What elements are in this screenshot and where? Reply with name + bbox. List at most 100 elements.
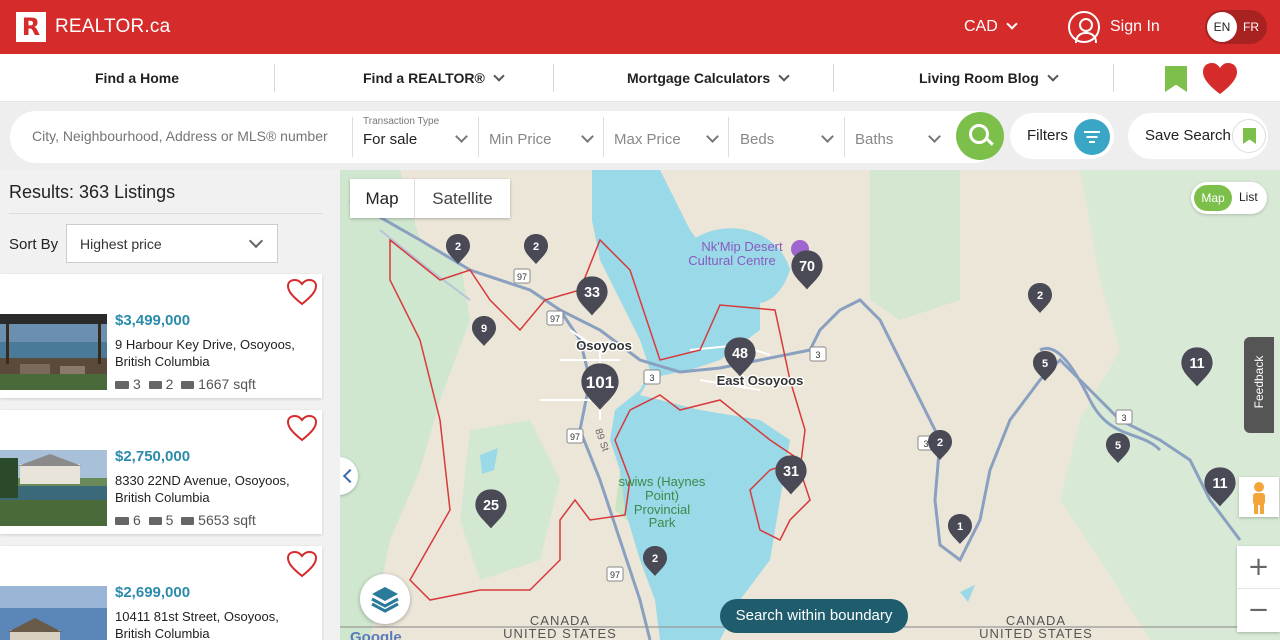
- listing-cluster-pin[interactable]: 9: [472, 316, 496, 346]
- listing-cluster-pin[interactable]: 2: [446, 234, 470, 264]
- listing-cluster-pin[interactable]: 2: [928, 430, 952, 460]
- listing-photo[interactable]: [0, 586, 107, 640]
- listing-cluster-pin[interactable]: 2: [643, 546, 667, 576]
- transaction-type-select[interactable]: For sale: [363, 131, 417, 148]
- sign-in-link[interactable]: Sign In: [1110, 18, 1160, 36]
- sort-value: Highest price: [80, 236, 162, 252]
- chevron-down-icon: [455, 130, 468, 143]
- zoom-in-button[interactable]: +: [1237, 546, 1280, 589]
- listing-cluster-pin[interactable]: 11: [1204, 467, 1236, 507]
- listing-cluster-pin[interactable]: 33: [576, 276, 608, 316]
- listing-cluster-pin[interactable]: 101: [581, 363, 619, 410]
- pin-count: 11: [1212, 476, 1227, 492]
- street-label-89st: 89 St: [592, 427, 610, 453]
- pin-count: 2: [533, 241, 539, 253]
- sort-select[interactable]: Highest price: [66, 224, 278, 263]
- view-map-button[interactable]: Map: [1194, 185, 1232, 211]
- pin-count: 101: [586, 373, 614, 392]
- main-nav: Find a Home Find a REALTOR® Mortgage Cal…: [0, 54, 1280, 102]
- listing-price: $2,750,000: [115, 448, 191, 465]
- zoom-controls: + −: [1237, 546, 1280, 632]
- max-price-select[interactable]: Max Price: [614, 131, 681, 148]
- listing-card[interactable]: $2,750,000 8330 22ND Avenue, Osoyoos, Br…: [0, 410, 322, 534]
- route-shield: 97: [566, 428, 584, 444]
- beds-select[interactable]: Beds: [740, 131, 774, 148]
- chevron-down-icon: [1047, 70, 1059, 82]
- nav-find-realtor[interactable]: Find a REALTOR®: [363, 70, 505, 86]
- baths-select[interactable]: Baths: [855, 131, 893, 148]
- listing-photo[interactable]: [0, 450, 107, 526]
- view-list-button[interactable]: List: [1239, 190, 1258, 204]
- listing-card[interactable]: $3,499,000 9 Harbour Key Drive, Osoyoos,…: [0, 274, 322, 398]
- top-bar: R REALTOR.ca CAD Sign In EN FR: [0, 0, 1280, 54]
- results-count: 363 Listings: [79, 182, 176, 202]
- currency-selector[interactable]: CAD: [964, 18, 1018, 36]
- chevron-down-icon: [706, 130, 719, 143]
- listing-cluster-pin[interactable]: 2: [524, 234, 548, 264]
- min-price-select[interactable]: Min Price: [489, 131, 552, 148]
- listing-cluster-pin[interactable]: 31: [775, 455, 807, 495]
- nav-blog-label: Living Room Blog: [919, 70, 1039, 86]
- realtor-logo-icon[interactable]: R: [16, 12, 46, 42]
- beds-count: 3: [133, 376, 141, 392]
- bookmark-icon: [1232, 119, 1266, 153]
- listing-photo[interactable]: [0, 314, 107, 390]
- favourite-heart-icon[interactable]: [286, 278, 318, 306]
- lang-en-option[interactable]: EN: [1207, 12, 1237, 42]
- language-toggle[interactable]: EN FR: [1205, 10, 1267, 44]
- poi-label-nkmip-line2: Cultural Centre: [688, 253, 775, 268]
- search-divider: [844, 117, 845, 157]
- nav-living-room-blog[interactable]: Living Room Blog: [919, 70, 1059, 86]
- listing-cluster-pin[interactable]: 5: [1106, 433, 1130, 463]
- chevron-down-icon: [248, 233, 264, 249]
- street-view-pegman-icon[interactable]: [1239, 477, 1279, 517]
- map-type-map-button[interactable]: Map: [350, 179, 415, 218]
- listing-cluster-pin[interactable]: 11: [1181, 347, 1213, 387]
- zoom-out-button[interactable]: −: [1237, 589, 1280, 632]
- map-view[interactable]: 97 97 3 97 3 3 3 97 Osoyoos East Osoyoos…: [340, 170, 1280, 640]
- favourites-heart-icon[interactable]: [1202, 62, 1238, 96]
- listing-cluster-pin[interactable]: 5: [1033, 351, 1057, 381]
- nav-find-home[interactable]: Find a Home: [95, 70, 179, 86]
- route-number: 97: [610, 570, 620, 580]
- pin-count: 9: [481, 323, 487, 335]
- lang-fr-option[interactable]: FR: [1243, 20, 1259, 34]
- listing-cluster-pin[interactable]: 1: [948, 514, 972, 544]
- filter-icon: [1074, 119, 1110, 155]
- chevron-down-icon: [1006, 18, 1018, 30]
- search-button[interactable]: [956, 112, 1004, 160]
- sort-by-label: Sort By: [9, 236, 59, 253]
- pin-count: 5: [1042, 358, 1048, 370]
- bath-icon: [148, 517, 162, 526]
- chevron-down-icon: [821, 130, 834, 143]
- park-label-line4: Park: [649, 515, 676, 530]
- route-shield: 97: [513, 268, 531, 284]
- user-icon[interactable]: [1068, 11, 1100, 43]
- listing-card[interactable]: $2,699,000 10411 81st Street, Osoyoos, B…: [0, 546, 322, 640]
- location-search-input[interactable]: [32, 128, 352, 144]
- favourite-heart-icon[interactable]: [286, 550, 318, 578]
- pin-count: 2: [937, 437, 943, 449]
- listing-cluster-pin[interactable]: 70: [791, 250, 823, 290]
- map-type-satellite-button[interactable]: Satellite: [415, 179, 510, 218]
- nav-find-realtor-label: Find a REALTOR®: [363, 70, 485, 86]
- logo-text[interactable]: REALTOR.ca: [55, 16, 170, 38]
- search-within-boundary-button[interactable]: Search within boundary: [720, 599, 908, 633]
- area-icon: [181, 381, 195, 390]
- favourite-heart-icon[interactable]: [286, 414, 318, 442]
- nav-mortgage-calculators[interactable]: Mortgage Calculators: [627, 70, 790, 86]
- chevron-down-icon: [928, 130, 941, 143]
- park-label-line2: Point): [645, 488, 679, 503]
- sqft-value: 5653 sqft: [198, 512, 256, 528]
- listing-cluster-pin[interactable]: 25: [475, 489, 507, 529]
- bath-icon: [148, 381, 162, 390]
- feedback-label: Feedback: [1252, 355, 1266, 409]
- filters-button[interactable]: Filters: [1010, 113, 1114, 159]
- layers-button[interactable]: [360, 574, 410, 624]
- listing-address: 9 Harbour Key Drive, Osoyoos, British Co…: [115, 337, 295, 369]
- currency-label: CAD: [964, 18, 998, 35]
- listing-cluster-pin[interactable]: 48: [724, 337, 756, 377]
- listing-cluster-pin[interactable]: 2: [1028, 283, 1052, 313]
- feedback-tab[interactable]: Feedback: [1244, 337, 1274, 433]
- save-search-button[interactable]: Save Search: [1128, 113, 1268, 159]
